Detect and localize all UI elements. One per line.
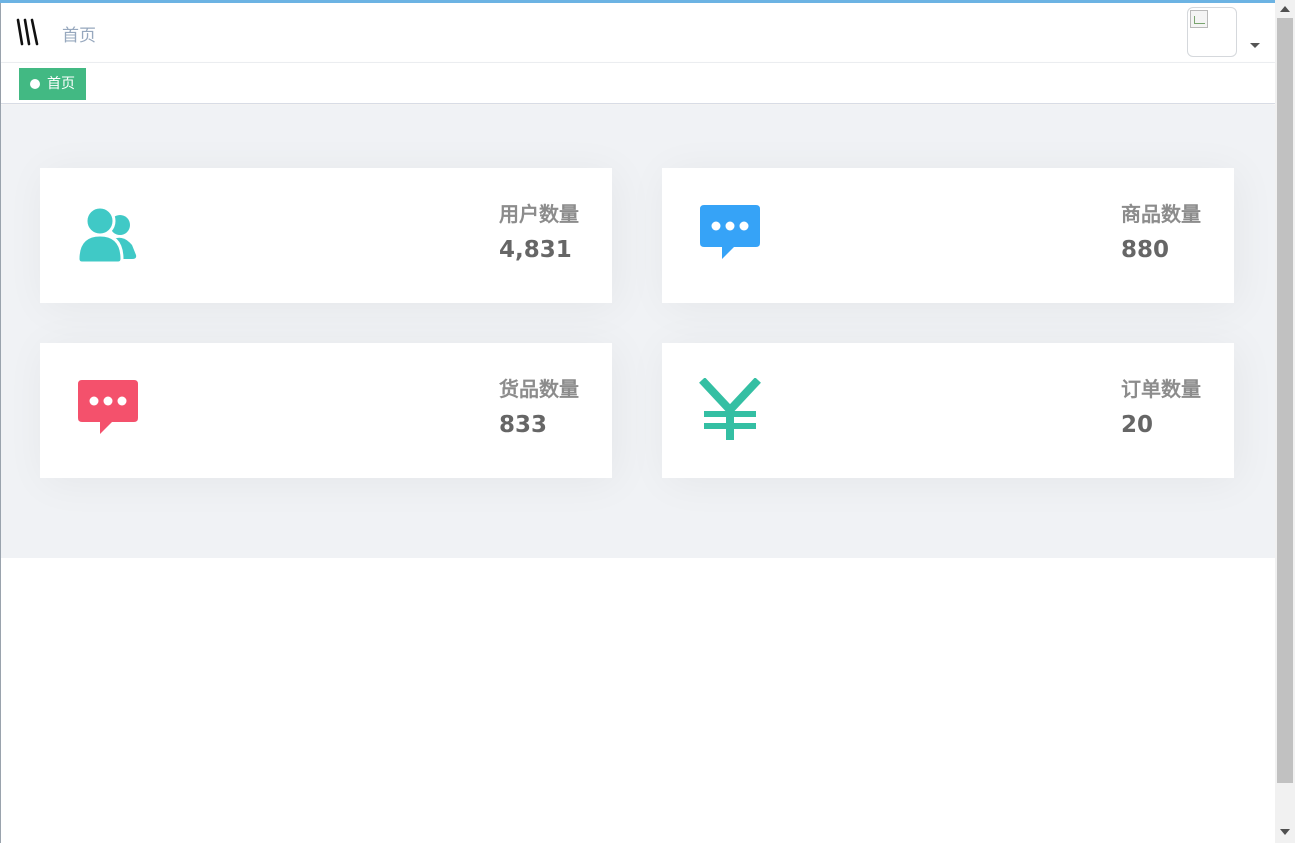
hamburger-icon[interactable]: [13, 17, 41, 49]
navbar: 首页: [1, 3, 1275, 63]
breadcrumb: 首页: [62, 26, 96, 46]
message-icon: [78, 380, 138, 434]
caret-down-icon[interactable]: [1250, 43, 1260, 48]
active-dot-icon: [30, 79, 40, 89]
scroll-down-icon[interactable]: [1280, 829, 1290, 835]
card-orders[interactable]: 订单数量 20: [662, 343, 1234, 478]
tags-view: 首页: [1, 63, 1275, 104]
vertical-scrollbar[interactable]: [1275, 0, 1295, 843]
card-users[interactable]: 用户数量 4,831: [40, 168, 612, 303]
card-goods[interactable]: 货品数量 833: [40, 343, 612, 478]
tag-home[interactable]: 首页: [19, 68, 86, 100]
card-value: 4,831: [499, 237, 572, 263]
scroll-thumb[interactable]: [1277, 18, 1293, 783]
card-label: 用户数量: [499, 202, 579, 226]
dashboard-main: 用户数量 4,831 商品数量 880 货品数量 833 订单数量 20: [1, 105, 1275, 558]
card-label: 订单数量: [1121, 377, 1201, 401]
card-label: 货品数量: [499, 377, 579, 401]
card-value: 20: [1121, 412, 1154, 438]
avatar[interactable]: [1187, 7, 1237, 57]
users-icon: [76, 205, 137, 265]
card-products[interactable]: 商品数量 880: [662, 168, 1234, 303]
broken-image-icon: [1190, 10, 1208, 28]
yen-icon: [699, 378, 761, 440]
card-label: 商品数量: [1121, 202, 1201, 226]
tag-label: 首页: [47, 76, 75, 92]
card-value: 880: [1121, 237, 1170, 263]
card-value: 833: [499, 412, 548, 438]
scroll-up-icon[interactable]: [1280, 6, 1290, 12]
message-icon: [700, 205, 760, 259]
app-page: 首页 首页 用户数量 4,831 商品数量 880 货品数量 833 订单数量 …: [0, 0, 1295, 843]
